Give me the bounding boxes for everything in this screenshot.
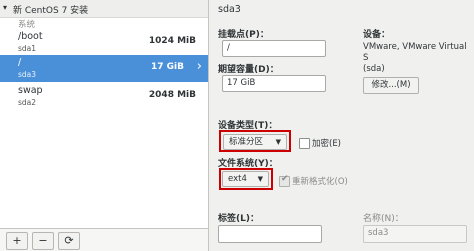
installation-title: 新 CentOS 7 安装 (13, 6, 89, 16)
partition-row-boot[interactable]: /boot sda1 1024 MiB (0, 29, 208, 56)
device-value-line2: (sda) (363, 64, 385, 74)
name-input: sda3 (363, 225, 467, 243)
device-type-value: 标准分区 (229, 137, 264, 147)
mount-point-input[interactable]: / (222, 40, 326, 57)
capacity-input[interactable]: 17 GiB (222, 75, 326, 92)
tag-input[interactable] (218, 225, 322, 243)
dropdown-arrow-icon: ▼ (257, 175, 263, 183)
selected-partition-title: sda3 (218, 4, 241, 15)
filesystem-dropdown[interactable]: ext4 ▼ (222, 171, 269, 187)
partition-row-root[interactable]: / sda3 17 GiB › (0, 55, 208, 82)
partition-size: 1024 MiB (148, 36, 196, 46)
device-type-dropdown[interactable]: 标准分区 ▼ (223, 134, 287, 150)
dropdown-arrow-icon: ▼ (275, 138, 281, 146)
mount-point: swap (18, 85, 43, 96)
device-value: VMware, VMware Virtual S (sda) (363, 42, 474, 75)
device-value-line1: VMware, VMware Virtual S (363, 42, 467, 63)
installation-header[interactable]: ▾ 新 CentOS 7 安装 (0, 0, 208, 18)
device-name: sda3 (18, 70, 37, 79)
remove-partition-button[interactable]: − (32, 232, 54, 250)
reformat-checkbox: ✔ (279, 174, 290, 187)
device-label: 设备： (363, 30, 391, 40)
partition-row-swap[interactable]: swap sda2 2048 MiB (0, 83, 208, 110)
partition-list-panel: ▾ 新 CentOS 7 安装 系统 /boot sda1 1024 MiB /… (0, 0, 209, 251)
name-label: 名称(N)： (363, 214, 404, 224)
modify-button[interactable]: 修改...(M) (363, 77, 419, 94)
partition-size: 17 GiB (151, 62, 184, 72)
collapse-arrow-icon[interactable]: ▾ (3, 3, 7, 12)
filesystem-value: ext4 (228, 174, 247, 184)
capacity-label: 期望容量(D)： (218, 65, 279, 75)
partition-toolbar: + − ⟳ (0, 228, 208, 251)
tag-label: 标签(L)： (218, 214, 259, 224)
add-partition-button[interactable]: + (6, 232, 28, 250)
device-name: sda1 (18, 44, 37, 53)
refresh-icon[interactable]: ⟳ (58, 232, 80, 250)
encrypt-label: 加密(E) (312, 139, 342, 149)
reformat-label: 重新格式化(O) (292, 177, 348, 187)
device-name: sda2 (18, 98, 37, 107)
mount-point: / (18, 57, 22, 68)
encrypt-checkbox[interactable] (299, 138, 310, 149)
partition-size: 2048 MiB (148, 90, 196, 100)
mount-point: /boot (18, 31, 43, 42)
check-icon: ✔ (281, 174, 289, 184)
mount-point-label: 挂载点(P)： (218, 30, 269, 40)
chevron-right-icon: › (196, 59, 202, 74)
